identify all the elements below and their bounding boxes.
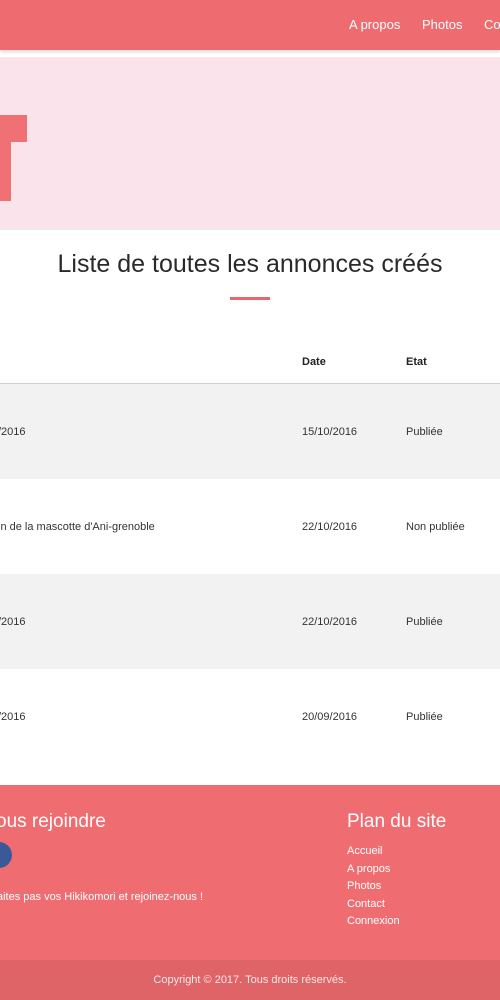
facebook-icon[interactable] bbox=[0, 842, 12, 868]
row-status: Publiée bbox=[406, 616, 443, 628]
title-underline bbox=[230, 297, 270, 300]
row-status: Publiée bbox=[406, 711, 443, 723]
table-row[interactable]: /2016 20/09/2016 Publiée bbox=[0, 669, 500, 764]
row-title: in de la mascotte d'Ani-grenoble bbox=[0, 521, 155, 533]
nav-link-contact[interactable]: Co bbox=[484, 17, 500, 32]
join-heading: ous rejoindre bbox=[0, 811, 106, 832]
nav-link-a-propos[interactable]: A propos bbox=[349, 17, 400, 32]
table-row[interactable]: /2016 15/10/2016 Publiée bbox=[0, 384, 500, 479]
hero-banner bbox=[0, 57, 500, 230]
join-text: aites pas vos Hikikomori et rejoinez-nou… bbox=[0, 891, 204, 903]
nav-link-photos[interactable]: Photos bbox=[422, 17, 462, 32]
footer: ous rejoindre aites pas vos Hikikomori e… bbox=[0, 785, 500, 960]
sitemap-link-connexion[interactable]: Connexion bbox=[347, 915, 400, 927]
table-row[interactable]: in de la mascotte d'Ani-grenoble 22/10/2… bbox=[0, 479, 500, 574]
logo-shape bbox=[0, 173, 11, 201]
sitemap-heading: Plan du site bbox=[347, 811, 447, 832]
logo-shape bbox=[0, 142, 11, 175]
row-date: 22/10/2016 bbox=[302, 616, 358, 628]
sitemap-link-photos[interactable]: Photos bbox=[347, 880, 381, 892]
top-navbar: A propos Photos Co bbox=[0, 0, 500, 50]
row-date: 20/09/2016 bbox=[302, 711, 358, 723]
row-status: Non publiée bbox=[406, 521, 465, 533]
row-date: 15/10/2016 bbox=[302, 426, 358, 438]
sitemap-link-contact[interactable]: Contact bbox=[347, 898, 385, 910]
column-header-date: Date bbox=[302, 356, 326, 368]
row-title: /2016 bbox=[0, 426, 26, 438]
column-header-etat: Etat bbox=[406, 356, 427, 368]
copyright-bar: Copyright © 2017. Tous droits réservés. bbox=[0, 960, 500, 1000]
row-title: /2016 bbox=[0, 616, 26, 628]
table-row[interactable]: /2016 22/10/2016 Publiée bbox=[0, 574, 500, 669]
logo-shape bbox=[0, 115, 27, 142]
sitemap-list: Accueil A propos Photos Contact Connexio… bbox=[347, 845, 400, 933]
page-title: Liste de toutes les annonces créés bbox=[57, 250, 443, 278]
row-status: Publiée bbox=[406, 426, 443, 438]
sitemap-link-accueil[interactable]: Accueil bbox=[347, 845, 382, 857]
row-date: 22/10/2016 bbox=[302, 521, 358, 533]
row-title: /2016 bbox=[0, 711, 26, 723]
sitemap-link-a-propos[interactable]: A propos bbox=[347, 863, 390, 875]
